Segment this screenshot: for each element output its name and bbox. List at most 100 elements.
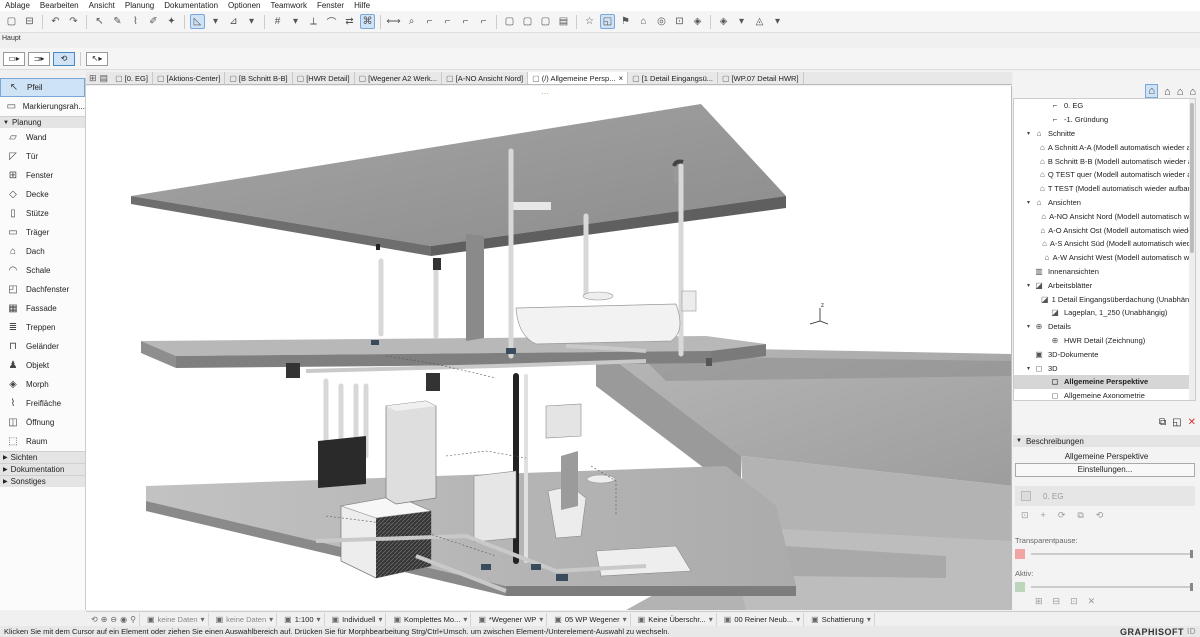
tab-grid-icon[interactable]: ⊞ [89, 73, 97, 84]
tab-list-icon[interactable]: ▤ [100, 73, 109, 84]
chevron-down-icon[interactable]: ▾ [208, 14, 223, 29]
tool-curtain-wall[interactable]: ▦ Fassade [0, 299, 85, 318]
3d-view-icon[interactable]: ◈ [716, 14, 731, 29]
tree-item[interactable]: ◪ Lageplan, 1_250 (Unabhängig) [1014, 306, 1195, 320]
menu-item-bearbeiten[interactable]: Bearbeiten [35, 0, 84, 11]
story-selector[interactable]: 0. EG [1015, 486, 1195, 506]
tree-item[interactable]: ⌂ A-O Ansicht Ost (Modell automatisch wie… [1014, 223, 1195, 237]
eyedropper-icon[interactable]: ⌇ [128, 14, 143, 29]
tree-item[interactable]: ⌂ B Schnitt B-B (Modell automatisch wiede… [1014, 154, 1195, 168]
tree-item[interactable]: ◪ 1 Detail Eingangsüberdachung (Unabhängi [1014, 292, 1195, 306]
menu-item-ansicht[interactable]: Ansicht [84, 0, 120, 11]
tree-item[interactable]: ▾ ⌂ Schnitte [1014, 127, 1195, 141]
new-view-icon[interactable]: ⧉ [1159, 417, 1166, 433]
menu-item-optionen[interactable]: Optionen [223, 0, 265, 11]
tab-4[interactable]: ▢ [Wegener A2 Werk... [355, 72, 443, 84]
open-file-icon[interactable]: ⊟ [22, 14, 37, 29]
tool-window[interactable]: ⊞ Fenster [0, 166, 85, 185]
arrow-tool-icon[interactable]: ↖▸ [86, 51, 108, 66]
pen-icon[interactable]: ✎ [110, 14, 125, 29]
walk-icon[interactable]: ⚲ [130, 615, 136, 624]
chevron-down-icon[interactable]: ▾ [1024, 199, 1033, 206]
status-scale[interactable]: ▣ 1:100 ▾ [281, 612, 325, 626]
list-icon[interactable]: ▤ [556, 14, 571, 29]
tool-skylight[interactable]: ◰ Dachfenster [0, 280, 85, 299]
tree-item[interactable]: ▾ ⊕ Details [1014, 320, 1195, 334]
guide-lines-icon[interactable]: ◺ [190, 14, 205, 29]
menu-item-planung[interactable]: Planung [120, 0, 159, 11]
marquee-mode-icon[interactable]: ⊐▸ [28, 51, 50, 66]
tree-item[interactable]: ▥ Innenansichten [1014, 265, 1195, 279]
tab-7[interactable]: ▢ [1 Detail Eingangsü... [628, 72, 719, 84]
tab-8[interactable]: ▢ [WP.07 Detail HWR] [718, 72, 804, 84]
3d-style-icon[interactable]: ◬ [752, 14, 767, 29]
close-icon[interactable]: ✕ [1088, 596, 1096, 607]
folder-icon[interactable]: ⊟ [1053, 596, 1061, 607]
status-redo-zoom[interactable]: ▣ keine Daten ▾ [213, 612, 278, 626]
add-view-icon[interactable]: ⊞ [1035, 596, 1043, 607]
tool-slab[interactable]: ◇ Decke [0, 185, 85, 204]
menu-item-fenster[interactable]: Fenster [312, 0, 349, 11]
tool-arrow-pointer[interactable]: ↖ Pfeil [0, 78, 85, 97]
flag-icon[interactable]: ⚑ [618, 14, 633, 29]
trace-icon[interactable]: ⌘ [360, 14, 375, 29]
tree-item[interactable]: ◻ Allgemeine Perspektive [1014, 374, 1195, 389]
chevron-down-icon[interactable]: ▾ [1024, 282, 1033, 289]
publisher-sets-icon[interactable]: ⌂ [1189, 86, 1196, 98]
menu-item-ablage[interactable]: Ablage [0, 0, 35, 11]
undo-icon[interactable]: ↶ [48, 14, 63, 29]
chevron-down-icon[interactable]: ▾ [1024, 130, 1033, 137]
tab-3[interactable]: ▢ [HWR Detail] [293, 72, 355, 84]
delete-icon[interactable]: ✕ [1188, 417, 1196, 433]
transparency-track[interactable] [1031, 550, 1193, 558]
status-override[interactable]: ▣ Keine Überschr... ▾ [635, 612, 717, 626]
tree-item[interactable]: ▾ ⌂ Ansichten [1014, 196, 1195, 210]
chevron-down-icon[interactable]: ▾ [1024, 323, 1033, 330]
toolbox-group-sichten[interactable]: ▶ Sichten [0, 451, 85, 463]
menu-item-dokumentation[interactable]: Dokumentation [159, 0, 223, 11]
new-file-icon[interactable]: ▢ [4, 14, 19, 29]
tab-1[interactable]: ▢ [Aktions-Center] [153, 72, 226, 84]
toolbox-group-dokumentation[interactable]: ▶ Dokumentation [0, 463, 85, 475]
zoom-out-icon[interactable]: ⊖ [110, 615, 117, 624]
view-map-icon[interactable]: ⌂ [1164, 86, 1171, 98]
transparency-slider[interactable] [1015, 549, 1193, 559]
magic-wand-icon[interactable]: ✦ [164, 14, 179, 29]
view-icon[interactable]: ◉ [120, 615, 127, 624]
mirror-icon[interactable]: ⇄ [342, 14, 357, 29]
tree-item[interactable]: ⊕ HWR Detail (Zeichnung) [1014, 334, 1195, 348]
tool-wall[interactable]: ▱ Wand [0, 128, 85, 147]
tool-beam[interactable]: ▭ Träger [0, 223, 85, 242]
redo-icon[interactable]: ↷ [66, 14, 81, 29]
active-track[interactable] [1031, 583, 1193, 591]
project-map-icon[interactable]: ⌂ [1145, 84, 1159, 98]
layout-book-icon[interactable]: ◎ [654, 14, 669, 29]
status-pen-set[interactable]: ▣ *Wegener WP ▾ [475, 612, 548, 626]
tool-stair[interactable]: ≣ Treppen [0, 318, 85, 337]
tool-marquee[interactable]: ▭ Markierungsrah... [0, 97, 85, 116]
tab-6[interactable]: ▢ (/) Allgemeine Persp... × [528, 72, 629, 84]
properties-icon[interactable]: ⊡ [1070, 596, 1078, 607]
rotate-icon[interactable]: ⟲ [53, 51, 75, 66]
tab-2[interactable]: ▢ [B Schnitt B-B] [225, 72, 293, 84]
pointer-icon[interactable]: ↖ [92, 14, 107, 29]
tool-shell[interactable]: ◠ Schale [0, 261, 85, 280]
elevation-icon[interactable]: ⌐ [476, 14, 491, 29]
add-icon[interactable]: + [1041, 510, 1046, 524]
toolbox-group-planung[interactable]: ▼ Planung [0, 116, 85, 128]
chevron-down-icon[interactable]: ▾ [734, 14, 749, 29]
document-icon[interactable]: ▢ [538, 14, 553, 29]
tool-object[interactable]: ♟ Objekt [0, 356, 85, 375]
tab-5[interactable]: ▢ [A-NO Ansicht Nord] [442, 72, 529, 84]
zoom-in-icon[interactable]: ⊕ [101, 615, 108, 624]
toolbox-group-sonstiges[interactable]: ▶ Sonstiges [0, 475, 85, 487]
slab-gravity-icon[interactable]: ⌒ [324, 14, 339, 29]
chevron-down-icon[interactable]: ▾ [1024, 365, 1033, 372]
tree-item[interactable]: ⌐ 0. EG [1014, 99, 1195, 113]
status-layer-combo[interactable]: ▣ Individuell ▾ [329, 612, 387, 626]
tool-zone[interactable]: ⬚ Raum [0, 432, 85, 451]
tree-item[interactable]: ⌂ A-W Ansicht West (Modell automatisch wi… [1014, 251, 1195, 265]
brush-icon[interactable]: ✐ [146, 14, 161, 29]
publisher-icon[interactable]: ⊡ [672, 14, 687, 29]
snap-guides-icon[interactable]: ⊿ [226, 14, 241, 29]
